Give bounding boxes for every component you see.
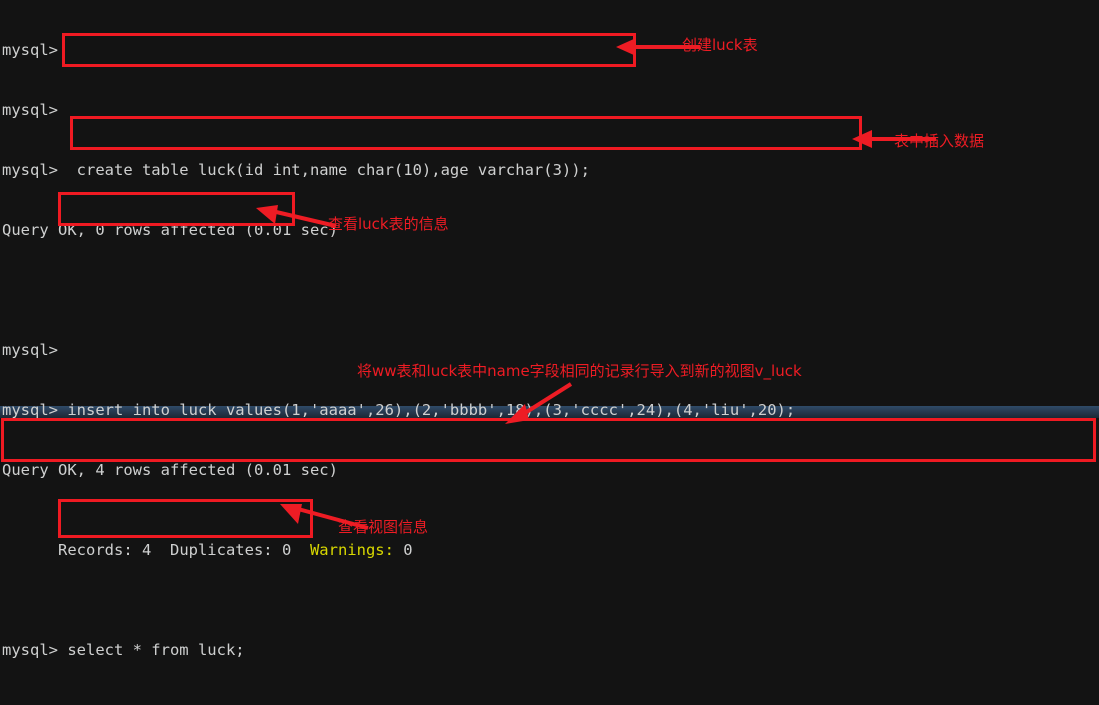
records-text: Records: 4 Duplicates: 0: [58, 541, 292, 559]
terminal-output[interactable]: mysql> mysql> mysql> create table luck(i…: [0, 0, 1099, 705]
terminal-line: mysql>: [2, 101, 58, 119]
terminal-line: mysql>: [2, 341, 58, 359]
annotation-select-luck: 查看luck表的信息: [328, 215, 449, 233]
terminal-line: Query OK, 4 rows affected (0.01 sec): [2, 461, 338, 479]
arrow-create-view: [505, 382, 573, 424]
terminal-line-records: Records: 4 Duplicates: 0 Warnings: 0: [0, 520, 1099, 559]
annotation-select-view: 查看视图信息: [338, 518, 429, 536]
annotation-create-view: 将ww表和luck表中name字段相同的记录行导入到新的视图v_luck: [357, 362, 802, 380]
terminal-line: mysql>: [2, 41, 58, 59]
annotation-create-table: 创建luck表: [682, 36, 758, 54]
warnings-label: Warnings:: [291, 541, 394, 559]
terminal-line-select-luck: mysql> select * from luck;: [2, 641, 245, 659]
annotation-insert: 表中插入数据: [894, 132, 985, 150]
warnings-value: 0: [393, 541, 413, 559]
table-rule: +------+------+------+: [0, 700, 1099, 705]
terminal-line: Query OK, 0 rows affected (0.01 sec): [2, 221, 338, 239]
terminal-screen[interactable]: mysql> mysql> mysql> create table luck(i…: [0, 0, 1099, 705]
terminal-line-create-table: mysql> create table luck(id int,name cha…: [2, 161, 590, 179]
arrow-select-luck: [256, 205, 337, 228]
